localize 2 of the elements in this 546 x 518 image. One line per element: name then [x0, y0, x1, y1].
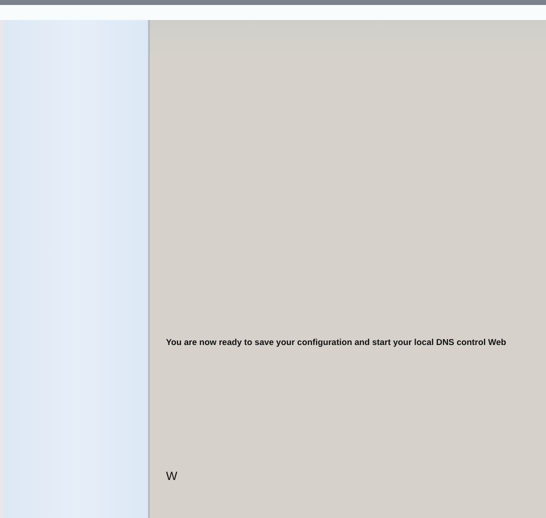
footer-text: W	[166, 469, 178, 483]
message-text: You are now ready to save your configuration and start your local DNS control Web	[166, 336, 506, 349]
